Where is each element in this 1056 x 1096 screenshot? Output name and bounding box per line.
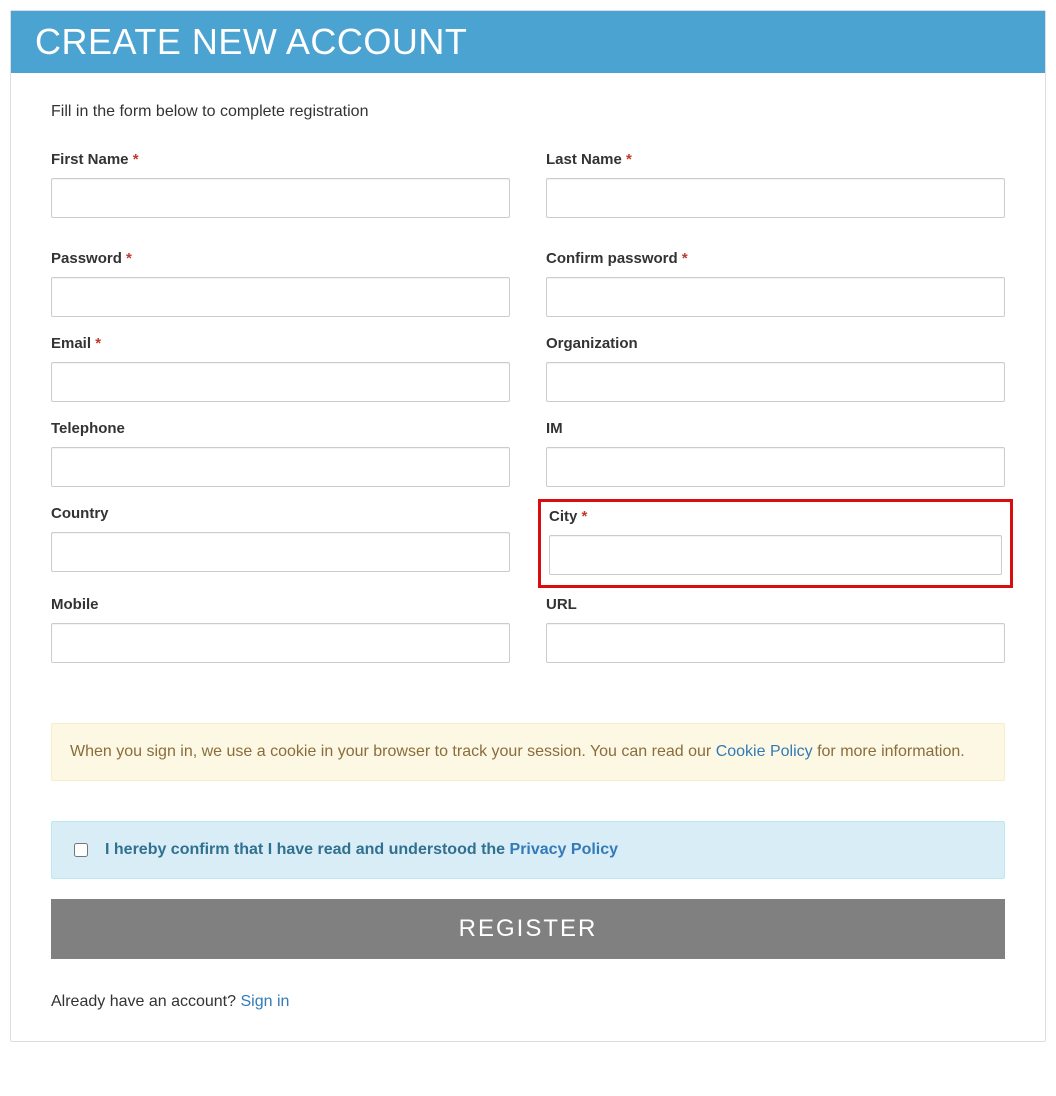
- email-label: Email *: [51, 335, 510, 352]
- register-button[interactable]: REGISTER: [51, 899, 1005, 959]
- page-title: CREATE NEW ACCOUNT: [35, 21, 1021, 63]
- organization-group: Organization: [546, 335, 1005, 402]
- mobile-label: Mobile: [51, 596, 510, 613]
- signin-link[interactable]: Sign in: [240, 993, 289, 1010]
- required-star: *: [126, 250, 132, 267]
- last-name-group: Last Name *: [546, 151, 1005, 218]
- im-input[interactable]: [546, 447, 1005, 487]
- last-name-label: Last Name *: [546, 151, 1005, 168]
- password-label: Password *: [51, 250, 510, 267]
- signin-row: Already have an account? Sign in: [51, 993, 1005, 1011]
- mobile-input[interactable]: [51, 623, 510, 663]
- city-input[interactable]: [549, 535, 1002, 575]
- cookie-notice: When you sign in, we use a cookie in you…: [51, 723, 1005, 781]
- telephone-label: Telephone: [51, 420, 510, 437]
- signin-prompt: Already have an account?: [51, 993, 240, 1010]
- url-group: URL: [546, 596, 1005, 663]
- cookie-notice-text-before: When you sign in, we use a cookie in you…: [70, 743, 716, 760]
- first-name-group: First Name *: [51, 151, 510, 218]
- instruction-text: Fill in the form below to complete regis…: [51, 103, 1005, 121]
- telephone-group: Telephone: [51, 420, 510, 487]
- email-group: Email *: [51, 335, 510, 402]
- first-name-input[interactable]: [51, 178, 510, 218]
- confirm-password-group: Confirm password *: [546, 250, 1005, 317]
- im-label: IM: [546, 420, 1005, 437]
- im-group: IM: [546, 420, 1005, 487]
- url-label: URL: [546, 596, 1005, 613]
- required-star: *: [582, 508, 588, 525]
- first-name-label: First Name *: [51, 151, 510, 168]
- required-star: *: [95, 335, 101, 352]
- privacy-checkbox[interactable]: [74, 843, 88, 857]
- mobile-group: Mobile: [51, 596, 510, 663]
- last-name-input[interactable]: [546, 178, 1005, 218]
- password-group: Password *: [51, 250, 510, 317]
- city-highlight: City *: [538, 499, 1013, 588]
- cookie-policy-link[interactable]: Cookie Policy: [716, 743, 813, 760]
- city-group: City *: [549, 508, 1002, 575]
- password-input[interactable]: [51, 277, 510, 317]
- required-star: *: [626, 151, 632, 168]
- panel-header: CREATE NEW ACCOUNT: [11, 11, 1045, 73]
- country-group: Country: [51, 505, 510, 578]
- form-grid: First Name * Last Name * Password * Conf…: [51, 151, 1005, 663]
- confirm-password-label: Confirm password *: [546, 250, 1005, 267]
- confirm-password-input[interactable]: [546, 277, 1005, 317]
- country-label: Country: [51, 505, 510, 522]
- privacy-confirm-text: I hereby confirm that I have read and un…: [105, 838, 618, 862]
- panel-body: Fill in the form below to complete regis…: [11, 73, 1045, 1041]
- country-input[interactable]: [51, 532, 510, 572]
- required-star: *: [682, 250, 688, 267]
- telephone-input[interactable]: [51, 447, 510, 487]
- cookie-notice-text-after: for more information.: [813, 743, 965, 760]
- city-label: City *: [549, 508, 1002, 525]
- url-input[interactable]: [546, 623, 1005, 663]
- privacy-policy-link[interactable]: Privacy Policy: [510, 841, 619, 858]
- email-input[interactable]: [51, 362, 510, 402]
- registration-panel: CREATE NEW ACCOUNT Fill in the form belo…: [10, 10, 1046, 1042]
- organization-input[interactable]: [546, 362, 1005, 402]
- privacy-confirm: I hereby confirm that I have read and un…: [51, 821, 1005, 879]
- required-star: *: [133, 151, 139, 168]
- organization-label: Organization: [546, 335, 1005, 352]
